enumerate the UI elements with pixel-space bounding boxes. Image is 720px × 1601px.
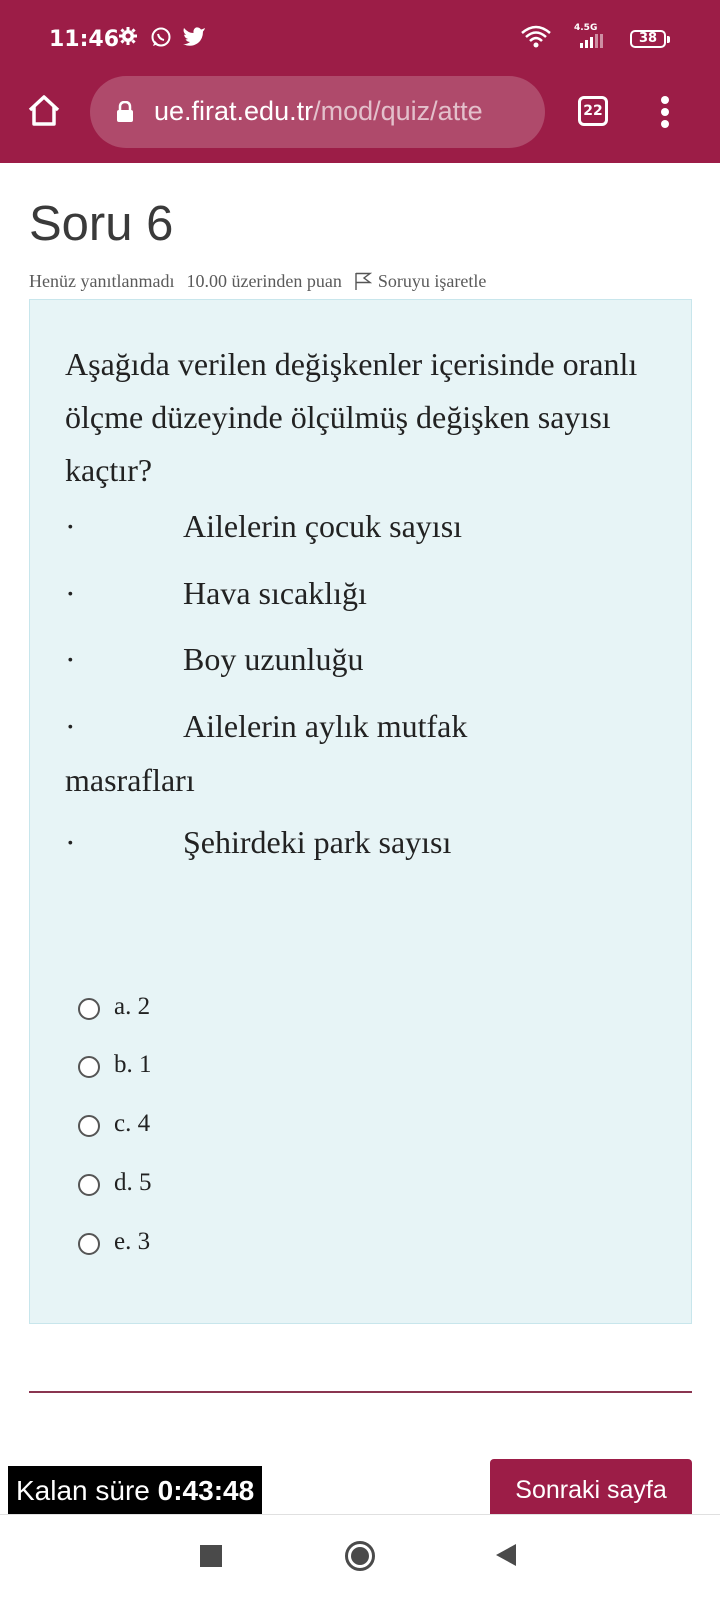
flag-icon <box>354 272 373 295</box>
bullet: · <box>65 508 76 544</box>
question-status: Henüz yanıtlanmadı <box>29 271 175 291</box>
option-label: d. 5 <box>114 1169 152 1196</box>
flag-question-button[interactable]: Soruyu işaretle <box>354 271 486 291</box>
android-nav-bar <box>0 1514 720 1601</box>
home-circle-icon[interactable] <box>344 1540 376 1577</box>
url-text: ue.firat.edu.tr/mod/quiz/atte <box>154 96 534 127</box>
variable-text: Ailelerin çocuk sayısı <box>183 508 463 544</box>
battery-indicator: 38 <box>630 30 670 48</box>
variable-text-continuation: masrafları <box>65 762 195 798</box>
twitter-icon <box>182 26 206 51</box>
option-label: b. 1 <box>114 1051 152 1078</box>
url-path: /mod/quiz/atte <box>313 96 483 126</box>
recents-square-icon[interactable] <box>200 1545 222 1572</box>
whatsapp-icon <box>150 26 172 53</box>
overflow-menu-icon[interactable] <box>660 96 670 130</box>
browser-top-bar: 11:46 4.5G 38 ue.firat.edu.tr/mod/quiz/a… <box>0 0 720 163</box>
status-time: 11:46 <box>49 27 120 52</box>
question-info: Henüz yanıtlanmadı 10.00 üzerinden puan So… <box>29 271 486 295</box>
back-triangle-icon[interactable] <box>494 1543 518 1572</box>
flag-question-label: Soruyu işaretle <box>377 271 487 291</box>
status-bar: 11:46 4.5G 38 <box>0 0 720 75</box>
wifi-icon <box>520 24 552 53</box>
radio-button[interactable] <box>78 1115 100 1137</box>
tab-switcher-button[interactable]: 22 <box>578 96 608 126</box>
question-text: Aşağıda verilen değişkenler içerisinde o… <box>65 346 638 488</box>
question-heading: Soru 6 <box>29 197 174 251</box>
bullet: · <box>65 575 76 611</box>
next-page-button[interactable]: Sonraki sayfa <box>490 1459 692 1521</box>
radio-button[interactable] <box>78 1174 100 1196</box>
bullet: · <box>65 708 76 744</box>
variable-text: Boy uzunluğu <box>183 641 364 677</box>
bullet: · <box>65 641 76 677</box>
variable-text: Ailelerin aylık mutfak <box>183 708 468 744</box>
network-type: 4.5G <box>574 23 598 33</box>
lock-icon <box>116 100 134 128</box>
variable-text: Hava sıcaklığı <box>183 575 367 611</box>
variable-text: Şehirdeki park sayısı <box>183 824 452 860</box>
bullet: · <box>65 824 76 860</box>
settings-gear-icon <box>118 26 138 51</box>
home-icon[interactable] <box>26 93 62 129</box>
divider <box>29 1391 692 1393</box>
signal-icon <box>574 34 604 53</box>
quiz-timer: Kalan süre 0:43:48 <box>8 1466 262 1516</box>
question-points: 10.00 üzerinden puan <box>186 271 342 291</box>
timer-value: 0:43:48 <box>157 1475 255 1506</box>
question-content: Aşağıda verilen değişkenler içerisinde o… <box>29 299 692 1324</box>
timer-label: Kalan süre <box>16 1475 150 1506</box>
option-label: a. 2 <box>114 993 151 1020</box>
radio-button[interactable] <box>78 1056 100 1078</box>
radio-button[interactable] <box>78 1233 100 1255</box>
radio-button[interactable] <box>78 998 100 1020</box>
url-host: ue.firat.edu.tr <box>154 96 314 126</box>
option-label: c. 4 <box>114 1110 151 1137</box>
option-label: e. 3 <box>114 1228 151 1255</box>
address-bar[interactable]: ue.firat.edu.tr/mod/quiz/atte <box>90 76 545 148</box>
